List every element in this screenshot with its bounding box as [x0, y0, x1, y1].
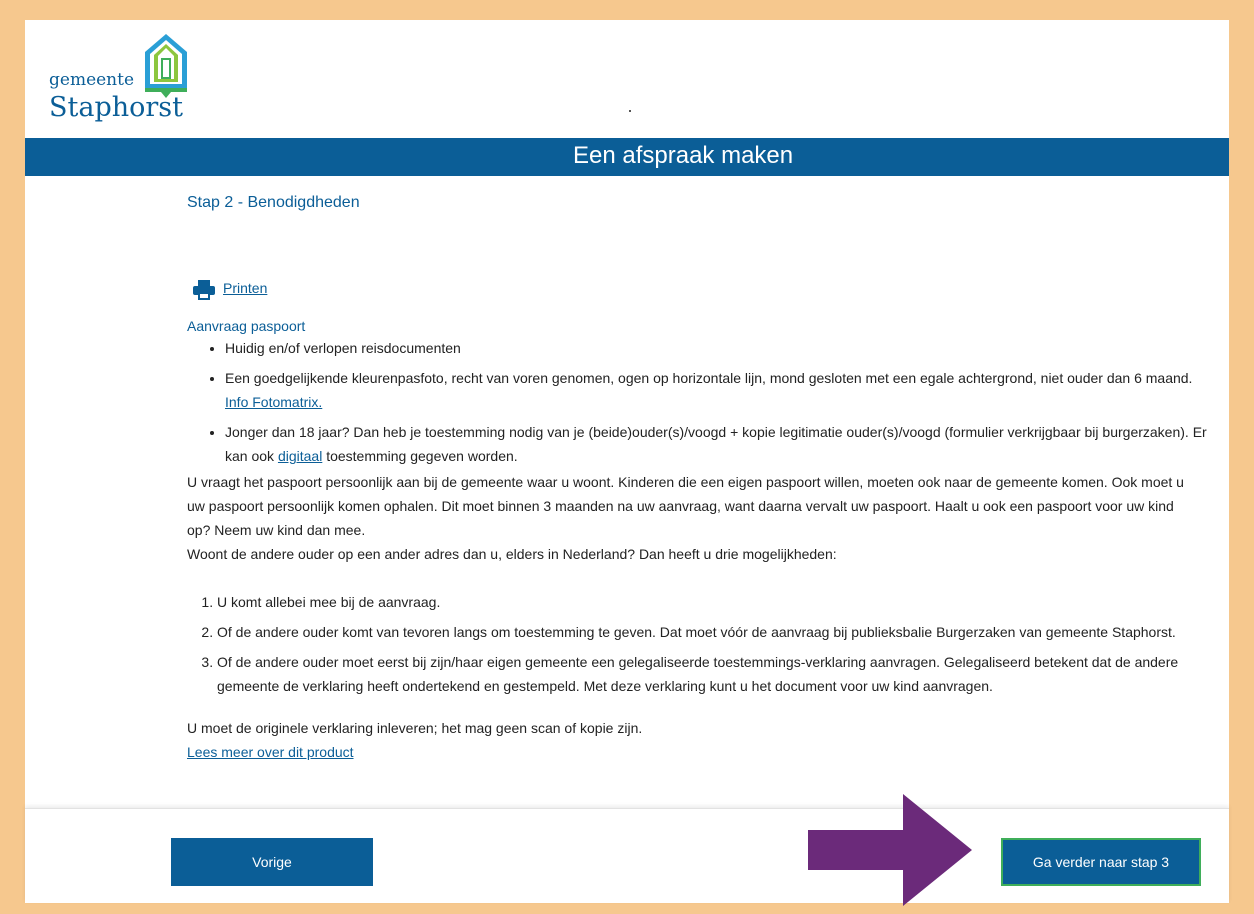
page-title: Een afspraak maken [573, 142, 794, 169]
arrow-right-icon [808, 794, 972, 906]
requirements-list: Huidig en/of verlopen reisdocumenten Een… [187, 336, 1215, 474]
final-notes: U moet de originele verklaring inleveren… [187, 716, 1187, 764]
printer-icon[interactable] [193, 280, 215, 300]
step-heading: Stap 2 - Benodigdheden [187, 194, 360, 211]
separator-dot [629, 110, 631, 112]
options-list: U komt allebei mee bij de aanvraag. Of d… [187, 590, 1207, 704]
print-link[interactable]: Printen [223, 280, 267, 296]
logo-house-icon [145, 34, 187, 98]
info-paragraph: Woont de andere ouder op een ander adres… [187, 546, 837, 562]
list-item: Of de andere ouder moet eerst bij zijn/h… [217, 650, 1207, 698]
page-frame: gemeente Staphorst Een afspraak maken St… [25, 20, 1229, 903]
info-paragraphs: U vraagt het paspoort persoonlijk aan bi… [187, 470, 1187, 566]
logo-text-small: gemeente [49, 70, 135, 90]
list-item: Huidig en/of verlopen reisdocumenten [225, 336, 1215, 360]
logo[interactable]: gemeente Staphorst [49, 32, 249, 137]
info-fotomatrix-link[interactable]: Info Fotomatrix. [225, 394, 322, 410]
next-step-button[interactable]: Ga verder naar stap 3 [1001, 838, 1201, 886]
list-item-text: toestemming gegeven worden. [326, 448, 518, 464]
previous-button[interactable]: Vorige [171, 838, 373, 886]
list-item-text: Huidig en/of verlopen reisdocumenten [225, 340, 461, 356]
list-item: U komt allebei mee bij de aanvraag. [217, 590, 1207, 614]
section-title: Aanvraag paspoort [187, 318, 306, 334]
info-paragraph: U vraagt het paspoort persoonlijk aan bi… [187, 474, 1184, 538]
final-paragraph: U moet de originele verklaring inleveren… [187, 720, 643, 736]
list-item: Jonger dan 18 jaar? Dan heb je toestemmi… [225, 420, 1215, 468]
footer-nav: Vorige Ga verder naar stap 3 [25, 808, 1229, 903]
list-item-text: Een goedgelijkende kleurenpasfoto, recht… [225, 370, 1193, 386]
list-item: Een goedgelijkende kleurenpasfoto, recht… [225, 366, 1215, 414]
read-more-link[interactable]: Lees meer over dit product [187, 744, 354, 760]
list-item: Of de andere ouder komt van tevoren lang… [217, 620, 1207, 644]
digitaal-link[interactable]: digitaal [278, 448, 322, 464]
page-banner: Een afspraak maken [25, 138, 1229, 176]
